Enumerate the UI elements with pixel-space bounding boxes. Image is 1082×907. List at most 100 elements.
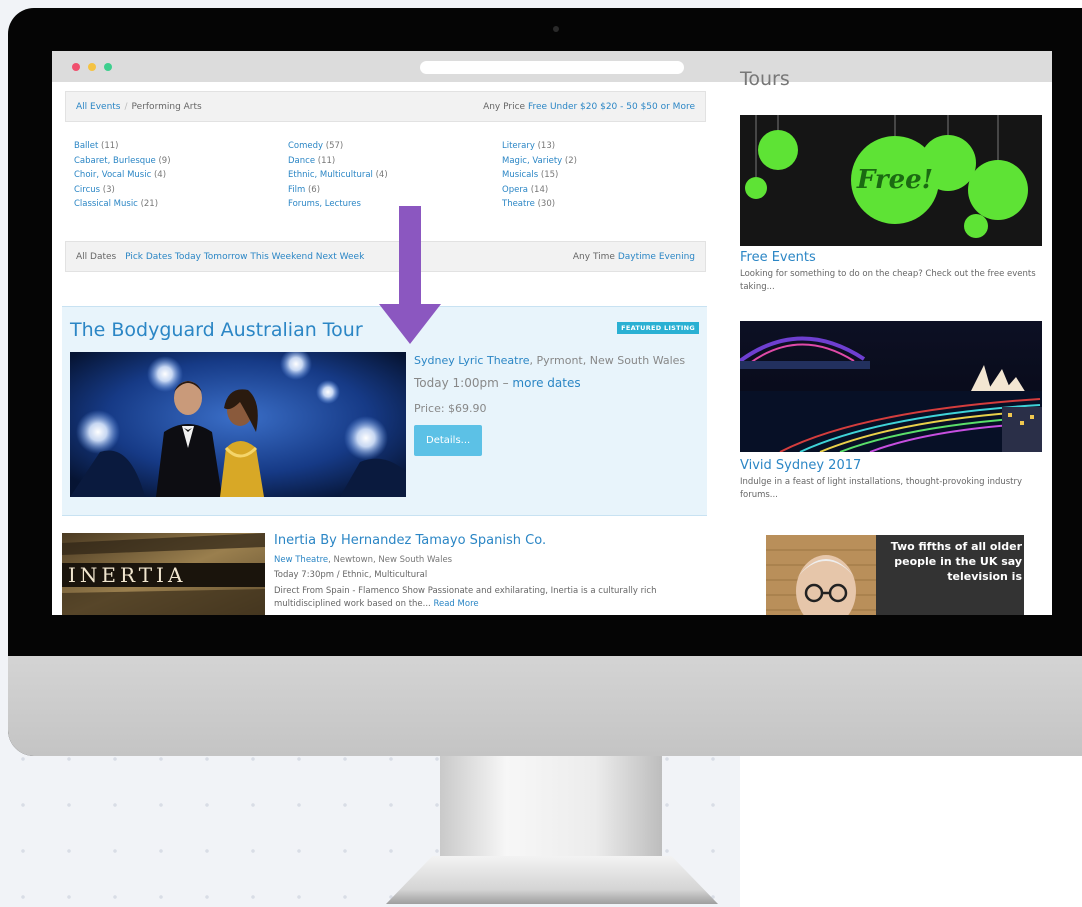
category-link[interactable]: Cabaret, Burlesque bbox=[74, 156, 156, 166]
featured-time: Today 1:00pm – bbox=[414, 376, 513, 390]
category-link[interactable]: Musicals bbox=[502, 170, 538, 180]
category-item[interactable]: Theatre (30) bbox=[502, 197, 712, 212]
vivid-sydney-title[interactable]: Vivid Sydney 2017 bbox=[740, 458, 861, 473]
category-link[interactable]: Circus bbox=[74, 185, 100, 195]
screen: All Events / Performing Arts Any Price Fre… bbox=[52, 51, 1052, 615]
category-item[interactable]: Ethnic, Multicultural (4) bbox=[288, 168, 498, 183]
price-filter-free[interactable]: Free bbox=[528, 102, 547, 112]
listing-image-text: INERTIA bbox=[68, 563, 186, 587]
category-link[interactable]: Choir, Vocal Music bbox=[74, 170, 151, 180]
details-button[interactable]: Details... bbox=[414, 425, 483, 456]
price-filter-20-50[interactable]: $20 - 50 bbox=[600, 102, 638, 112]
down-arrow-icon bbox=[379, 206, 441, 344]
time-filter-any[interactable]: Any Time bbox=[573, 252, 615, 262]
featured-time-line: Today 1:00pm – more dates bbox=[414, 375, 699, 392]
category-item[interactable]: Choir, Vocal Music (4) bbox=[74, 168, 284, 183]
category-link[interactable]: Literary bbox=[502, 141, 535, 151]
category-link[interactable]: Magic, Variety bbox=[502, 156, 562, 166]
monitor-chin bbox=[8, 656, 1082, 756]
featured-price: Price: $69.90 bbox=[414, 402, 487, 415]
date-filter-all[interactable]: All Dates bbox=[76, 252, 116, 262]
address-bar[interactable] bbox=[420, 61, 684, 74]
breadcrumb-performing-arts: Performing Arts bbox=[131, 102, 202, 112]
price-filter-50-more[interactable]: $50 or More bbox=[641, 102, 695, 112]
featured-title[interactable]: The Bodyguard Australian Tour bbox=[70, 319, 363, 341]
category-count: (15) bbox=[540, 170, 559, 180]
category-item[interactable]: Magic, Variety (2) bbox=[502, 154, 712, 169]
listing-venue-link[interactable]: New Theatre bbox=[274, 555, 328, 565]
category-item[interactable]: Circus (3) bbox=[74, 183, 284, 198]
price-filter-under-20[interactable]: Under $20 bbox=[550, 102, 597, 112]
category-count: (2) bbox=[564, 155, 577, 166]
featured-venue-link[interactable]: Sydney Lyric Theatre bbox=[414, 354, 530, 367]
date-filters: All Dates Pick Dates Today Tomorrow This… bbox=[76, 252, 364, 262]
category-column: Literary (13) Magic, Variety (2) Musical… bbox=[502, 139, 712, 212]
category-item[interactable]: Classical Music (21) bbox=[74, 197, 284, 212]
close-window-button[interactable] bbox=[72, 63, 80, 71]
advertisement[interactable]: Two fifths of all older people in the UK… bbox=[766, 535, 1024, 615]
category-link[interactable]: Ballet bbox=[74, 141, 98, 151]
featured-image[interactable] bbox=[70, 352, 406, 497]
category-item[interactable]: Opera (14) bbox=[502, 183, 712, 198]
sidebar: Tours Free! Free Events Looking for some… bbox=[732, 68, 1042, 615]
category-link[interactable]: Classical Music bbox=[74, 199, 138, 209]
browser-toolbar bbox=[52, 51, 1052, 82]
ad-text: Two fifths of all older people in the UK… bbox=[890, 540, 1022, 583]
page-content: All Events / Performing Arts Any Price Fre… bbox=[52, 68, 1052, 615]
price-filters: Any Price Free Under $20 $20 - 50 $50 or… bbox=[477, 102, 695, 112]
camera-icon bbox=[553, 26, 559, 32]
free-events-title[interactable]: Free Events bbox=[740, 250, 816, 265]
breadcrumb-separator: / bbox=[124, 102, 128, 112]
category-link[interactable]: Theatre bbox=[502, 199, 535, 209]
category-item[interactable]: Literary (13) bbox=[502, 139, 712, 154]
more-dates-link[interactable]: more dates bbox=[512, 376, 580, 390]
date-filter-today[interactable]: Today bbox=[175, 252, 201, 262]
listing-meta: Today 7:30pm / Ethnic, Multicultural bbox=[274, 570, 428, 580]
time-filter-daytime[interactable]: Daytime bbox=[618, 252, 656, 262]
listing-title[interactable]: Inertia By Hernandez Tamayo Spanish Co. bbox=[274, 533, 546, 548]
free-events-image[interactable]: Free! bbox=[740, 115, 1042, 246]
category-item[interactable]: Musicals (15) bbox=[502, 168, 712, 183]
featured-info: Sydney Lyric Theatre, Pyrmont, New South… bbox=[414, 352, 699, 456]
category-link[interactable]: Film bbox=[288, 185, 305, 195]
category-item[interactable]: Cabaret, Burlesque (9) bbox=[74, 154, 284, 169]
time-filters: Any Time Daytime Evening bbox=[567, 252, 695, 262]
vivid-sydney-image[interactable] bbox=[740, 321, 1042, 452]
featured-venue-line: Sydney Lyric Theatre, Pyrmont, New South… bbox=[414, 352, 699, 369]
featured-location: , Pyrmont, New South Wales bbox=[529, 354, 686, 367]
category-link[interactable]: Comedy bbox=[288, 141, 323, 151]
category-item[interactable]: Ballet (11) bbox=[74, 139, 284, 154]
category-item[interactable]: Film (6) bbox=[288, 183, 498, 198]
minimize-window-button[interactable] bbox=[88, 63, 96, 71]
price-filter-any[interactable]: Any Price bbox=[483, 102, 525, 112]
date-filter-pick[interactable]: Pick Dates bbox=[125, 252, 172, 262]
category-count: (21) bbox=[140, 199, 159, 209]
date-filter-tomorrow[interactable]: Tomorrow bbox=[204, 252, 248, 262]
category-filter-bar: All Events / Performing Arts Any Price Fre… bbox=[65, 91, 706, 122]
vivid-sydney-description: Indulge in a feast of light installation… bbox=[740, 477, 1023, 500]
category-count: (13) bbox=[537, 141, 556, 151]
free-events-description: Looking for something to do on the cheap… bbox=[740, 269, 1036, 292]
category-link[interactable]: Opera bbox=[502, 185, 528, 195]
listing-image[interactable]: INERTIA bbox=[62, 533, 265, 615]
category-link[interactable]: Dance bbox=[288, 156, 315, 166]
maximize-window-button[interactable] bbox=[104, 63, 112, 71]
read-more-link[interactable]: Read More bbox=[433, 599, 478, 609]
breadcrumb-all-events[interactable]: All Events bbox=[76, 102, 121, 112]
time-filter-evening[interactable]: Evening bbox=[659, 252, 695, 262]
category-link[interactable]: Forums, Lectures bbox=[288, 199, 361, 209]
category-item[interactable]: Comedy (57) bbox=[288, 139, 498, 154]
listing-description: Direct From Spain - Flamenco Show Passio… bbox=[274, 585, 694, 611]
category-count: (9) bbox=[158, 155, 171, 166]
date-filter-weekend[interactable]: This Weekend bbox=[250, 252, 313, 262]
category-count: (30) bbox=[537, 199, 556, 209]
category-item[interactable]: Dance (11) bbox=[288, 154, 498, 169]
monitor-stand-base bbox=[386, 856, 718, 904]
date-filter-next-week[interactable]: Next Week bbox=[316, 252, 365, 262]
category-column: Ballet (11) Cabaret, Burlesque (9) Choir… bbox=[74, 139, 284, 212]
free-badge-text: Free! bbox=[856, 165, 933, 195]
category-link[interactable]: Ethnic, Multicultural bbox=[288, 170, 373, 180]
listing-location: , Newtown, New South Wales bbox=[328, 555, 453, 565]
category-count: (11) bbox=[317, 155, 336, 166]
category-count: (4) bbox=[375, 170, 388, 180]
